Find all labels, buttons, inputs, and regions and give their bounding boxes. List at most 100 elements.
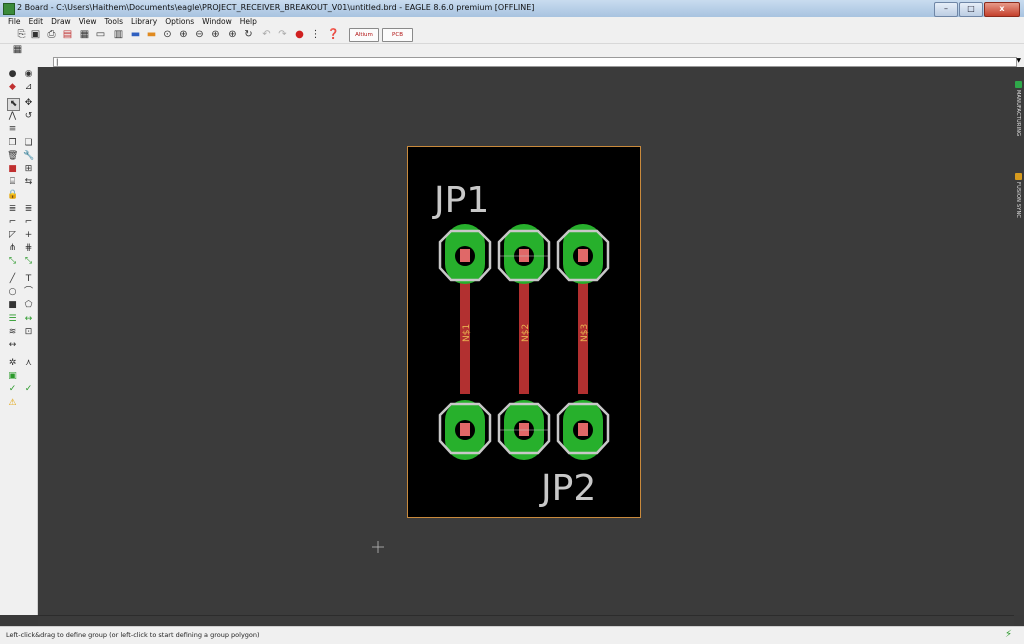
ripup-icon[interactable]: ⋕ [23,243,34,254]
menu-options[interactable]: Options [165,17,194,27]
library-icon[interactable]: ▬ [130,29,141,40]
open-icon[interactable]: ⎘ [16,29,27,40]
zoom-out-icon[interactable]: ⊖ [194,29,205,40]
hole-icon[interactable]: ≋ [7,327,18,338]
print-icon[interactable]: ⎙ [46,29,57,40]
grid-toolbar: ▦ [0,44,1024,56]
meander-icon[interactable]: ⋏ [23,358,34,369]
signal-icon[interactable]: ↔ [23,314,34,325]
status-text: Left-click&drag to define group (or left… [6,631,260,639]
delete-icon[interactable]: 🗑 [7,151,18,162]
show-icon[interactable]: ◉ [23,69,34,80]
move-icon[interactable]: ✥ [23,98,34,109]
close-button[interactable]: x [984,2,1020,17]
zoom-last-icon[interactable]: ⊕ [227,29,238,40]
route-icon[interactable]: ⋔ [7,243,18,254]
pad-jp1-2[interactable] [497,224,551,284]
zoom-fit-icon[interactable]: ⊙ [162,29,173,40]
info-icon[interactable]: ● [7,69,18,80]
mark-icon[interactable]: ⊿ [23,82,34,93]
pad-jp1-1[interactable] [438,224,492,284]
altium-link-button[interactable]: Altium Link [349,28,379,50]
lock-icon[interactable]: 🔒 [7,190,18,201]
value-icon[interactable]: ≣ [23,204,34,215]
group-icon[interactable]: ⊞ [23,164,34,175]
add-icon[interactable]: + [23,230,34,241]
redo-icon[interactable]: ↷ [277,29,288,40]
smash-icon[interactable]: ≣ [7,204,18,215]
attribute-icon[interactable]: ⊡ [23,327,34,338]
layers-icon[interactable]: ◆ [7,82,18,93]
split-icon[interactable]: ⌸ [7,177,18,188]
command-input[interactable]: | [53,57,1017,67]
autoroute-icon[interactable]: ⤡ [23,256,34,267]
redraw-icon[interactable]: ↻ [243,29,254,40]
maximize-button[interactable]: □ [959,2,983,17]
polygon-icon[interactable]: ⬠ [23,300,34,311]
erc-icon[interactable]: ▣ [7,371,18,382]
pad-jp2-1[interactable] [438,400,492,460]
tab-manufacturing[interactable]: MANUFACTURING [1015,90,1021,136]
status-bar: Left-click&drag to define group (or left… [0,626,1024,644]
rect-icon[interactable]: ■ [7,300,18,311]
design-link-icon[interactable]: ▬ [146,29,157,40]
optimize-icon[interactable]: ⇆ [23,177,34,188]
wire-icon[interactable]: ⤡ [7,256,18,267]
grid-icon[interactable]: ▦ [12,44,23,55]
menu-tools[interactable]: Tools [105,17,123,27]
board-icon[interactable]: ▦ [79,29,90,40]
miter-icon[interactable]: ⌐ [7,217,18,228]
cam-icon[interactable]: ▤ [62,29,73,40]
pcb-board[interactable]: N$1 N$2 N$3 JP1 JP2 [407,146,641,518]
menu-bar: File Edit Draw View Tools Library Options Windo… [0,17,1024,27]
pcb-order-button[interactable]: PCB ORDER [382,28,413,50]
schematic-icon[interactable]: ▭ [95,29,106,40]
ratsnest-icon[interactable]: ✲ [7,358,18,369]
arc-icon[interactable]: ⌒ [23,287,34,298]
rotate-icon[interactable]: ↺ [23,111,34,122]
manufacturing-tab-icon [1015,81,1022,88]
title-bar: 2 Board - C:\Users\Haithem\Documents\eag… [0,0,1024,18]
menu-library[interactable]: Library [131,17,157,27]
via-icon[interactable]: ☰ [7,314,18,325]
zoom-select-icon[interactable]: ⊕ [210,29,221,40]
menu-file[interactable]: File [8,17,21,27]
lightning-icon[interactable]: ⚡ [1005,629,1012,640]
errors-icon[interactable]: ✓ [23,384,34,395]
tab-fusion-sync[interactable]: FUSION SYNC [1015,182,1021,218]
copy-icon[interactable]: ❐ [7,138,18,149]
part-label-jp2[interactable]: JP2 [539,468,596,509]
go-icon[interactable]: ⋮ [310,29,321,40]
change-icon[interactable]: 🔧 [23,151,34,162]
zoom-in-icon[interactable]: ⊕ [178,29,189,40]
menu-edit[interactable]: Edit [29,17,44,27]
undo-icon[interactable]: ↶ [261,29,272,40]
pad-jp1-3[interactable] [556,224,610,284]
text-icon[interactable]: T [23,274,34,285]
save-icon[interactable]: ▣ [30,29,41,40]
slice-icon[interactable]: ◸ [7,230,18,241]
drc-icon[interactable]: ✓ [7,384,18,395]
circle-icon[interactable]: ○ [7,287,18,298]
warning-icon[interactable]: ⚠ [7,398,18,409]
script-icon[interactable]: ▥ [113,29,124,40]
pad-jp2-3[interactable] [556,400,610,460]
align-icon[interactable]: ≡ [7,124,18,135]
mirror-icon[interactable]: ⋀ [7,111,18,122]
horizontal-scrollbar[interactable] [38,615,1014,626]
menu-help[interactable]: Help [240,17,257,27]
paste-icon[interactable]: ❏ [23,138,34,149]
part-label-jp1[interactable]: JP1 [432,180,489,221]
help-icon[interactable]: ❓ [327,29,339,40]
menu-view[interactable]: View [79,17,97,27]
select-tool-icon[interactable]: ⬉ [7,98,20,111]
dimension-icon[interactable]: ↔ [7,340,18,351]
command-history-chevron-down-icon[interactable]: ▼ [1016,57,1021,64]
minimize-button[interactable]: – [934,2,958,17]
name-icon[interactable]: ⌐ [23,217,34,228]
replace-icon[interactable]: ■ [7,164,18,175]
menu-draw[interactable]: Draw [51,17,71,27]
stop-icon[interactable]: ● [294,29,305,40]
menu-window[interactable]: Window [202,17,232,27]
line-icon[interactable]: ╱ [7,274,18,285]
